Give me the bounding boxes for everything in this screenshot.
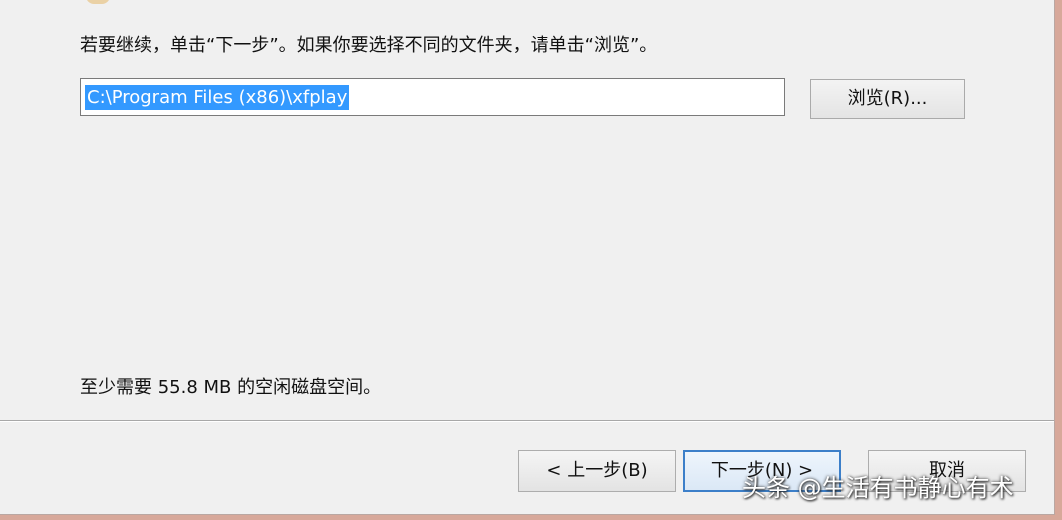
install-path-field[interactable]: C:\Program Files (x86)\xfplay xyxy=(80,78,785,116)
installer-window: 若要继续，单击“下一步”。如果你要选择不同的文件夹，请单击“浏览”。 C:\Pr… xyxy=(0,0,1055,515)
install-path-value[interactable]: C:\Program Files (x86)\xfplay xyxy=(85,85,350,110)
disk-space-requirement: 至少需要 55.8 MB 的空闲磁盘空间。 xyxy=(80,377,382,398)
back-button[interactable]: < 上一步(B) xyxy=(518,450,676,492)
instruction-text: 若要继续，单击“下一步”。如果你要选择不同的文件夹，请单击“浏览”。 xyxy=(80,35,658,56)
watermark-text: 头条 @生活有书静心有术 xyxy=(742,474,1014,502)
browse-button[interactable]: 浏览(R)... xyxy=(810,79,965,119)
footer-separator-highlight xyxy=(0,421,1054,422)
installer-icon xyxy=(86,0,110,4)
